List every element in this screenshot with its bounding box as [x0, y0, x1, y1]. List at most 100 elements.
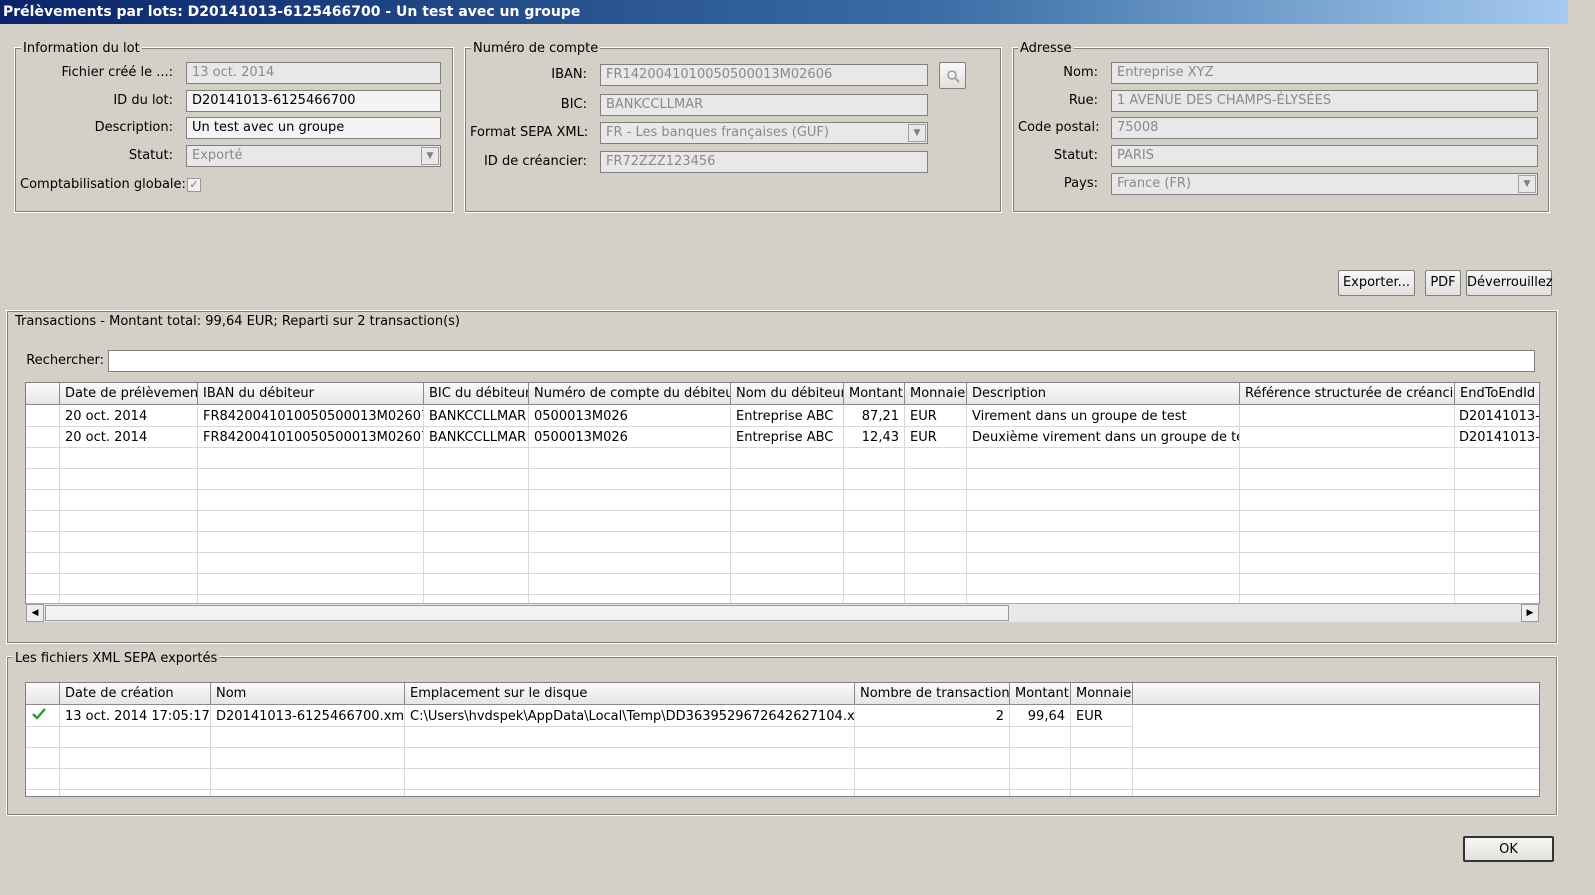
column-header[interactable]: Date de création	[60, 683, 211, 705]
table-cell[interactable]: EUR	[905, 427, 967, 448]
lot-id-field[interactable]: D20141013-6125466700	[186, 90, 441, 112]
table-cell[interactable]	[1240, 406, 1455, 427]
table-cell[interactable]: Deuxième virement dans un groupe de test	[967, 427, 1240, 448]
scroll-thumb[interactable]	[45, 605, 1009, 621]
transactions-title: Transactions - Montant total: 99,64 EUR;…	[13, 314, 462, 329]
grid-line	[26, 489, 1539, 490]
transactions-hscrollbar[interactable]: ◀ ▶	[26, 603, 1539, 622]
table-cell[interactable]: 12,43	[844, 427, 905, 448]
table-cell[interactable]: C:\Users\hvdspek\AppData\Local\Temp\DD36…	[405, 706, 855, 727]
grid-line	[26, 768, 1539, 769]
country-value: France (FR)	[1117, 176, 1192, 191]
table-cell[interactable]: Entreprise ABC	[731, 406, 844, 427]
exported-files-title: Les fichiers XML SEPA exportés	[13, 651, 220, 666]
search-label: Rechercher:	[26, 353, 104, 368]
scroll-right-icon[interactable]: ▶	[1521, 604, 1539, 622]
table-cell[interactable]: 99,64	[1010, 706, 1071, 727]
table-cell[interactable]: EUR	[1071, 706, 1133, 727]
scroll-left-icon[interactable]: ◀	[26, 604, 44, 622]
grid-line	[26, 510, 1539, 511]
table-cell[interactable]: Entreprise ABC	[731, 427, 844, 448]
column-header[interactable]: Référence structurée de créancier	[1240, 383, 1455, 405]
column-header[interactable]: BIC du débiteur	[424, 383, 529, 405]
column-header[interactable]: Nom du débiteur	[731, 383, 844, 405]
column-header[interactable]	[26, 383, 60, 405]
chevron-down-icon: ▼	[1518, 175, 1536, 193]
table-cell[interactable]: FR8420041010050500013M02607	[198, 427, 424, 448]
grid-line	[1009, 706, 1010, 796]
name-field: Entreprise XYZ	[1111, 62, 1538, 84]
table-cell[interactable]: 2	[855, 706, 1010, 727]
transactions-table: Date de prélèvement IBAN du débiteur BIC…	[25, 382, 1540, 604]
column-header[interactable]	[26, 683, 60, 705]
column-header[interactable]: Monnaie	[905, 383, 967, 405]
table-cell[interactable]: 87,21	[844, 406, 905, 427]
export-button[interactable]: Exporter...	[1338, 270, 1415, 296]
table-cell[interactable]: BANKCCLLMAR	[424, 427, 529, 448]
ok-button[interactable]: OK	[1463, 836, 1554, 862]
unlock-button[interactable]: Déverrouillez	[1466, 270, 1553, 296]
column-header-filler	[1133, 683, 1539, 705]
city-field: PARIS	[1111, 145, 1538, 167]
created-label: Fichier créé le ...:	[61, 65, 173, 80]
created-field: 13 oct. 2014	[186, 62, 441, 84]
chevron-down-icon: ▼	[421, 147, 439, 165]
column-header[interactable]: IBAN du débiteur	[198, 383, 424, 405]
column-header[interactable]: Montant	[844, 383, 905, 405]
column-header[interactable]: Nombre de transactions	[855, 683, 1010, 705]
table-cell[interactable]: EUR	[905, 406, 967, 427]
table-cell[interactable]: Virement dans un groupe de test	[967, 406, 1240, 427]
grid-line	[966, 406, 967, 603]
creditor-id-label: ID de créancier:	[483, 154, 587, 169]
grid-line	[26, 594, 1539, 595]
global-accounting-checkbox: ✓	[187, 178, 201, 192]
table-cell[interactable]	[26, 427, 60, 448]
table-cell[interactable]: 13 oct. 2014 17:05:17	[60, 706, 211, 727]
grid-line	[730, 406, 731, 603]
grid-line	[423, 406, 424, 603]
grid-line	[59, 706, 60, 796]
table-cell[interactable]	[26, 406, 60, 427]
table-cell[interactable]: D20141013-6	[1455, 406, 1539, 427]
description-field[interactable]: Un test avec un groupe	[186, 117, 441, 139]
column-header[interactable]: Nom	[211, 683, 405, 705]
export-status-cell[interactable]	[26, 706, 60, 727]
search-input[interactable]	[108, 350, 1535, 372]
sepa-format-dropdown: FR - Les banques françaises (GUF) ▼	[600, 122, 928, 144]
grid-line	[210, 706, 211, 796]
table-cell[interactable]: 20 oct. 2014	[60, 427, 198, 448]
column-header[interactable]: Emplacement sur le disque	[405, 683, 855, 705]
postal-code-label: Code postal:	[1018, 120, 1100, 135]
postal-code-field: 75008	[1111, 117, 1538, 139]
grid-line	[59, 406, 60, 603]
status-label: Statut:	[128, 148, 173, 163]
column-header[interactable]: Date de prélèvement	[60, 383, 198, 405]
pdf-button[interactable]: PDF	[1425, 270, 1461, 296]
column-header[interactable]: Numéro de compte du débiteur	[529, 383, 731, 405]
column-header[interactable]: Monnaie	[1071, 683, 1133, 705]
city-label: Statut:	[1053, 148, 1098, 163]
account-title: Numéro de compte	[471, 41, 601, 56]
country-dropdown: France (FR) ▼	[1111, 173, 1538, 195]
table-cell[interactable]	[1240, 427, 1455, 448]
table-cell[interactable]: BANKCCLLMAR	[424, 406, 529, 427]
info-lot-title: Information du lot	[21, 41, 142, 56]
table-cell[interactable]: 0500013M026	[529, 427, 731, 448]
iban-field: FR1420041010050500013M02606	[600, 64, 928, 86]
table-cell[interactable]: 0500013M026	[529, 406, 731, 427]
chevron-down-icon: ▼	[908, 124, 926, 142]
bic-field: BANKCCLLMAR	[600, 94, 928, 116]
grid-line	[843, 406, 844, 603]
street-field: 1 AVENUE DES CHAMPS-ÉLYSÉES	[1111, 90, 1538, 112]
column-header[interactable]: EndToEndId	[1455, 383, 1539, 405]
table-cell[interactable]: D20141013-6125466700.xml	[211, 706, 405, 727]
table-cell[interactable]: D20141013-6	[1455, 427, 1539, 448]
exported-files-table: Date de création Nom Emplacement sur le …	[25, 682, 1540, 797]
grid-line	[904, 406, 905, 603]
table-cell[interactable]: FR8420041010050500013M02607	[198, 406, 424, 427]
column-header[interactable]: Description	[967, 383, 1240, 405]
grid-line	[26, 552, 1539, 553]
grid-line	[26, 531, 1539, 532]
column-header[interactable]: Montant	[1010, 683, 1071, 705]
table-cell[interactable]: 20 oct. 2014	[60, 406, 198, 427]
